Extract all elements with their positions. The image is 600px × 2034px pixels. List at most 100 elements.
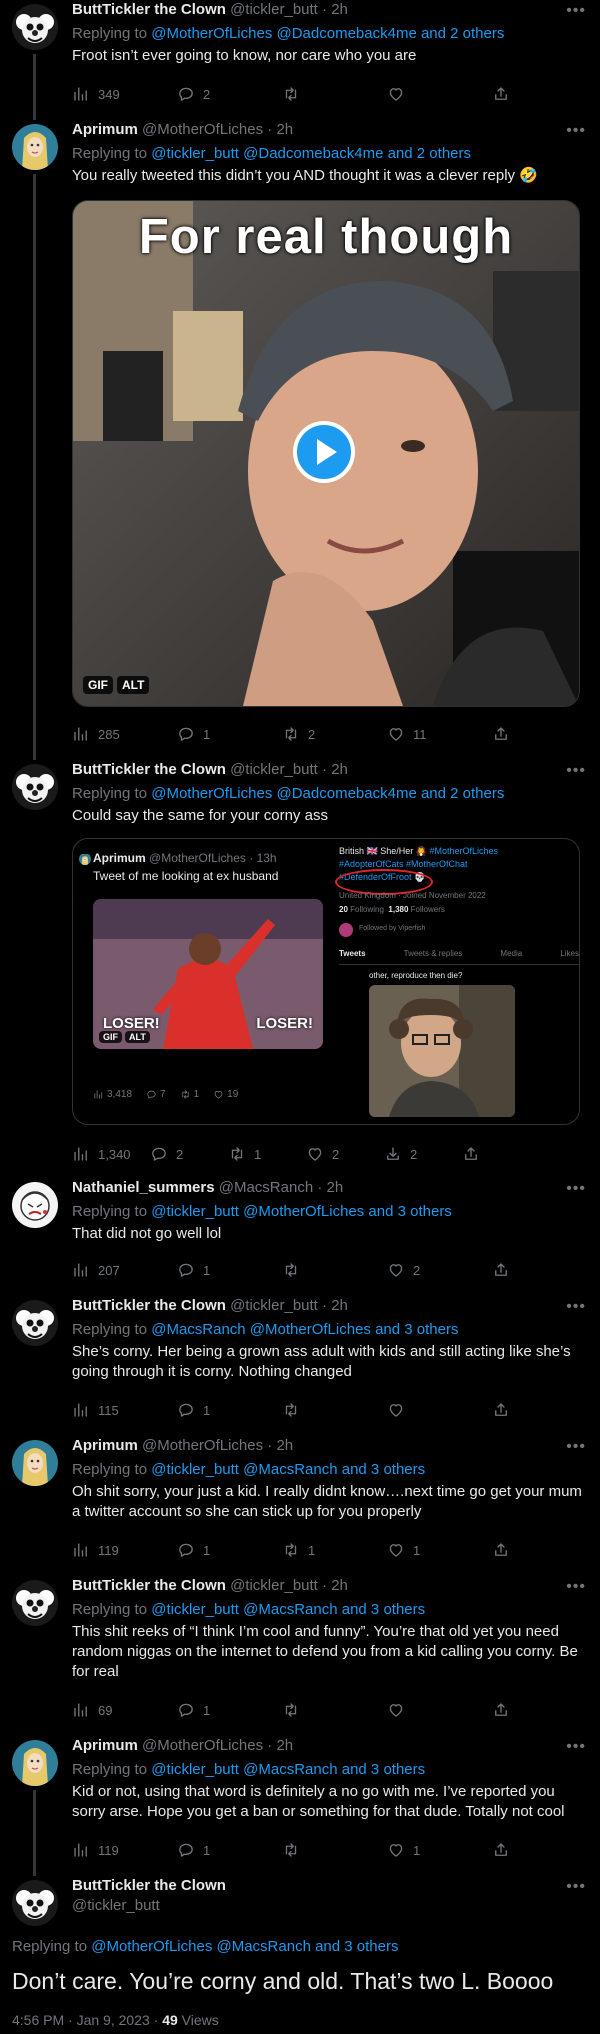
share-button[interactable] — [492, 1261, 512, 1279]
replying-to-link[interactable]: @tickler_butt @MacsRanch and 3 others — [151, 1461, 425, 1478]
more-icon[interactable]: ••• — [566, 1298, 586, 1316]
avatar[interactable] — [12, 1880, 58, 1926]
handle[interactable]: @tickler_butt — [230, 1, 318, 18]
replying-to-link[interactable]: @MotherOfLiches @Dadcomeback4me and 2 ot… — [151, 785, 504, 802]
timestamp[interactable]: 2h — [276, 1437, 293, 1454]
timestamp[interactable]: 2h — [331, 1297, 348, 1314]
like-button[interactable]: 2 — [306, 1145, 366, 1163]
handle[interactable]: @MacsRanch — [219, 1179, 313, 1196]
avatar[interactable] — [12, 1440, 58, 1486]
display-name[interactable]: ButtTickler the Clown — [72, 761, 226, 778]
display-name[interactable]: ButtTickler the Clown — [72, 1297, 226, 1314]
timestamp[interactable]: 2h — [276, 1737, 293, 1754]
like-button[interactable]: 2 — [387, 1261, 447, 1279]
reply-button[interactable]: 1 — [177, 1841, 237, 1859]
replying-to-link[interactable]: @MotherOfLiches @Dadcomeback4me and 2 ot… — [151, 25, 504, 42]
display-name[interactable]: Aprimum — [72, 121, 138, 138]
handle[interactable]: @tickler_butt — [230, 761, 318, 778]
handle[interactable]: @MotherOfLiches — [142, 1437, 263, 1454]
more-icon[interactable]: ••• — [566, 1180, 586, 1198]
more-icon[interactable]: ••• — [566, 2, 586, 20]
timestamp-text[interactable]: 4:56 PM · Jan 9, 2023 · — [12, 2012, 162, 2028]
avatar[interactable] — [12, 1300, 58, 1346]
reply-button[interactable]: 1 — [177, 1701, 237, 1719]
retweet-button[interactable]: 1 — [228, 1145, 288, 1163]
more-icon[interactable]: ••• — [566, 1738, 586, 1756]
reply-button[interactable]: 1 — [177, 1541, 237, 1559]
reply-button[interactable]: 2 — [177, 85, 237, 103]
more-icon[interactable]: ••• — [566, 122, 586, 140]
views-button[interactable]: 115 — [72, 1401, 132, 1419]
more-icon[interactable]: ••• — [566, 762, 586, 780]
replying-to-link[interactable]: @tickler_butt @MacsRanch and 3 others — [151, 1601, 425, 1618]
replying-to-link[interactable]: @MotherOfLiches @MacsRanch and 3 others — [91, 1938, 398, 1955]
reply-button[interactable]: 1 — [177, 725, 237, 743]
avatar[interactable] — [12, 124, 58, 170]
timestamp[interactable]: 2h — [276, 121, 293, 138]
gif-media[interactable]: For real though GIF ALT — [72, 200, 580, 707]
replying-to-link[interactable]: @tickler_butt @Dadcomeback4me and 2 othe… — [151, 145, 471, 162]
tweet[interactable]: Aprimum @MotherOfLiches · 2h Replying to… — [0, 1436, 600, 1576]
tweet[interactable]: ButtTickler the Clown @tickler_butt · 2h… — [0, 1296, 600, 1436]
share-button[interactable] — [492, 1841, 512, 1859]
like-button[interactable]: 1 — [387, 1841, 447, 1859]
handle[interactable]: @tickler_butt — [72, 1896, 226, 1916]
handle[interactable]: @tickler_butt — [230, 1577, 318, 1594]
retweet-button[interactable]: 2 — [282, 725, 342, 743]
display-name[interactable]: Aprimum — [72, 1437, 138, 1454]
more-icon[interactable]: ••• — [566, 1878, 586, 1896]
retweet-button[interactable]: 1 — [282, 1541, 342, 1559]
display-name[interactable]: Nathaniel_summers — [72, 1179, 215, 1196]
share-button[interactable] — [492, 1701, 512, 1719]
avatar[interactable] — [12, 764, 58, 810]
avatar[interactable] — [12, 1740, 58, 1786]
tweet[interactable]: Aprimum @MotherOfLiches · 2h Replying to… — [0, 1736, 600, 1876]
share-button[interactable] — [462, 1145, 482, 1163]
share-button[interactable] — [492, 1541, 512, 1559]
views-button[interactable]: 119 — [72, 1841, 132, 1859]
retweet-button[interactable] — [282, 1701, 342, 1719]
timestamp[interactable]: 2h — [331, 1577, 348, 1594]
display-name[interactable]: ButtTickler the Clown — [72, 1876, 226, 1896]
handle[interactable]: @tickler_butt — [230, 1297, 318, 1314]
retweet-button[interactable] — [282, 1261, 342, 1279]
like-button[interactable] — [387, 1401, 447, 1419]
replying-to-link[interactable]: @tickler_butt @MotherOfLiches and 3 othe… — [151, 1203, 452, 1220]
attached-screenshot[interactable]: Aprimum @MotherOfLiches · 13h Tweet of m… — [72, 838, 580, 1125]
timestamp[interactable]: 2h — [327, 1179, 344, 1196]
tweet[interactable]: ButtTickler the Clown @tickler_butt · 2h… — [0, 760, 600, 1170]
retweet-button[interactable] — [282, 1401, 342, 1419]
tweet[interactable]: Nathaniel_summers @MacsRanch · 2h Replyi… — [0, 1178, 600, 1296]
timestamp[interactable]: 2h — [331, 1, 348, 18]
display-name[interactable]: ButtTickler the Clown — [72, 1, 226, 18]
views-button[interactable]: 207 — [72, 1261, 132, 1279]
replying-to-link[interactable]: @MacsRanch @MotherOfLiches and 3 others — [151, 1321, 458, 1338]
display-name[interactable]: ButtTickler the Clown — [72, 1577, 226, 1594]
avatar[interactable] — [12, 4, 58, 50]
avatar[interactable] — [12, 1580, 58, 1626]
more-icon[interactable]: ••• — [566, 1438, 586, 1456]
views-button[interactable]: 119 — [72, 1541, 132, 1559]
retweet-button[interactable] — [282, 1841, 342, 1859]
timestamp[interactable]: 2h — [331, 761, 348, 778]
tweet[interactable]: Aprimum @MotherOfLiches · 2h Replying to… — [0, 120, 600, 760]
views-button[interactable]: 349 — [72, 85, 132, 103]
replying-to-link[interactable]: @tickler_butt @MacsRanch and 3 others — [151, 1761, 425, 1778]
reply-button[interactable]: 1 — [177, 1261, 237, 1279]
like-button[interactable]: 1 — [387, 1541, 447, 1559]
bookmark-button[interactable]: 2 — [384, 1145, 444, 1163]
tweet[interactable]: ButtTickler the Clown @tickler_butt · 2h… — [0, 1576, 600, 1736]
share-button[interactable] — [492, 85, 512, 103]
display-name[interactable]: Aprimum — [72, 1737, 138, 1754]
share-button[interactable] — [492, 1401, 512, 1419]
avatar[interactable] — [12, 1182, 58, 1228]
tweet[interactable]: ButtTickler the Clown @tickler_butt · 2h… — [0, 0, 600, 120]
handle[interactable]: @MotherOfLiches — [142, 121, 263, 138]
share-button[interactable] — [492, 725, 512, 743]
more-icon[interactable]: ••• — [566, 1578, 586, 1596]
reply-button[interactable]: 2 — [150, 1145, 210, 1163]
like-button[interactable] — [387, 1701, 447, 1719]
views-button[interactable]: 69 — [72, 1701, 132, 1719]
views-button[interactable]: 285 — [72, 725, 132, 743]
like-button[interactable]: 11 — [387, 725, 447, 743]
